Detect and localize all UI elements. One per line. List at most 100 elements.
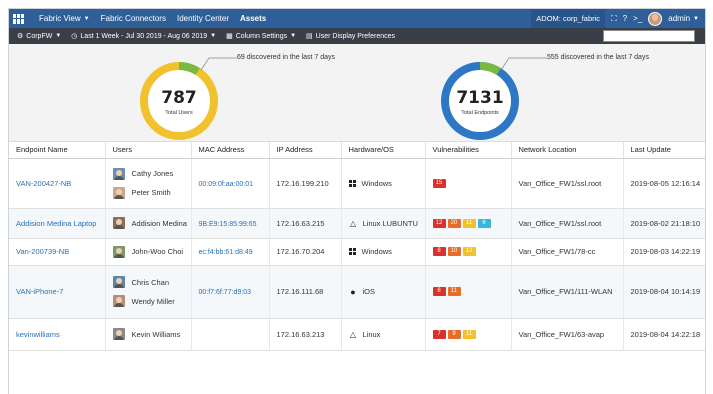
display-icon: ▤ (306, 33, 313, 40)
table-row[interactable]: VAN-iPhone-7 Chris Chan Wendy Miller 00:f7:… (9, 265, 705, 319)
vulnerability-badge[interactable]: 20 (447, 218, 461, 228)
avatar[interactable] (648, 11, 663, 26)
vulnerability-badge[interactable]: 9 (447, 329, 461, 339)
table-body: VAN-200427-NB Cathy Jones Peter Smith 00:09… (9, 158, 705, 351)
user-display-preferences-button[interactable]: ▤ User Display Preferences (306, 32, 395, 41)
vulnerability-badge[interactable]: 11 (462, 218, 476, 228)
assets-window: Fabric View ▼ Fabric Connectors Identity … (8, 8, 706, 394)
endpoint-name-cell: Addision Medina Laptop (9, 208, 106, 239)
column-header-last-update[interactable]: Last Update (623, 142, 705, 159)
user-entry[interactable]: Chris Chan (112, 273, 191, 292)
user-entry[interactable]: Kevin Williams (112, 325, 191, 344)
endpoint-link[interactable]: VAN-iPhone-7 (16, 287, 63, 296)
network-location-cell: Van_Office_FW1/ssl.root (511, 208, 624, 239)
user-entry[interactable]: Peter Smith (112, 183, 191, 202)
nav-fabric-connectors[interactable]: Fabric Connectors (101, 14, 166, 23)
table-row[interactable]: Addision Medina Laptop Addision Medina 9B:… (9, 208, 705, 239)
time-range-selector[interactable]: ◷ Last 1 Week - Jul 30 2019 - Aug 06 201… (71, 32, 217, 41)
vulnerability-badge[interactable]: 11 (447, 287, 461, 296)
vulnerability-badge[interactable]: 7 (432, 329, 446, 339)
vulnerability-badge[interactable]: 12 (462, 247, 476, 256)
hardware-os-cell: △ Linux LUBUNTU (341, 208, 426, 239)
mac-address-link[interactable]: 00:09:0f:aa:00:01 (199, 181, 254, 188)
mac-address-cell: 00:09:0f:aa:00:01 (191, 158, 270, 209)
device-selector[interactable]: ⚙ CorpFW ▼ (17, 32, 61, 41)
os-name: Windows (361, 178, 392, 188)
adom-selector[interactable]: ADOM: corp_fabric (531, 9, 606, 28)
os-name: Linux (362, 329, 381, 339)
chevron-down-icon: ▼ (290, 33, 297, 39)
user-menu[interactable]: admin ▼ (668, 14, 699, 23)
chevron-down-icon: ▼ (210, 33, 217, 39)
network-location-cell: Van_Office_FW1/111-WLAN (511, 265, 624, 319)
total-users-label: Total Users (165, 110, 193, 116)
table-row[interactable]: VAN-200427-NB Cathy Jones Peter Smith 00:09… (9, 158, 705, 209)
column-settings-button[interactable]: ▦ Column Settings ▼ (226, 32, 297, 41)
user-entry[interactable]: Wendy Miller (112, 292, 191, 311)
table-header-row: Endpoint Name Users MAC Address IP Addre… (9, 142, 705, 159)
total-users-count: 787 (161, 88, 197, 108)
table-row[interactable]: Van-200739-NB John-Woo Choi ec:f4:bb:61:d8… (9, 238, 705, 266)
avatar (112, 217, 125, 229)
users-cell: Kevin Williams (105, 318, 192, 351)
endpoints-discovered: 555 discovered in the last 7 days (547, 54, 649, 61)
apple-icon: ● (350, 286, 356, 297)
endpoint-link[interactable]: Addision Medina Laptop (16, 219, 96, 228)
user-name: John-Woo Choi (131, 247, 184, 256)
user-entry[interactable]: Addision Medina (112, 214, 191, 233)
top-nav: Fabric View ▼ Fabric Connectors Identity … (9, 9, 705, 28)
nav-fabric-view[interactable]: Fabric View ▼ (39, 14, 90, 23)
vulnerability-badge[interactable]: 8 (432, 247, 446, 256)
endpoint-name-cell: VAN-200427-NB (9, 158, 106, 209)
endpoint-link[interactable]: VAN-200427-NB (16, 179, 71, 188)
mac-address-link[interactable]: ec:f4:bb:61:d8:49 (199, 249, 253, 256)
vulnerability-badge[interactable]: 10 (447, 247, 461, 256)
vulnerability-badge[interactable]: 6 (477, 218, 491, 228)
nav-assets[interactable]: Assets (240, 14, 266, 23)
chevron-down-icon: ▼ (83, 15, 90, 22)
avatar (112, 295, 125, 307)
column-header-mac-address[interactable]: MAC Address (191, 142, 270, 159)
fullscreen-icon[interactable]: ⛶ (611, 14, 617, 24)
column-header-ip-address[interactable]: IP Address (269, 142, 342, 159)
user-name: Addision Medina (131, 218, 187, 228)
terminal-icon[interactable]: >_ (633, 14, 642, 23)
column-header-hardware-os[interactable]: Hardware/OS (341, 142, 426, 159)
column-header-users[interactable]: Users (105, 142, 192, 159)
search-input[interactable] (603, 30, 695, 42)
total-endpoints-count: 7131 (456, 88, 504, 108)
vulnerability-badge[interactable]: 8 (432, 287, 446, 296)
vulnerability-badge[interactable]: 15 (432, 178, 446, 188)
column-header-network-location[interactable]: Network Location (511, 142, 624, 159)
help-icon[interactable]: ? (623, 14, 627, 23)
column-header-vulnerabilities[interactable]: Vulnerabilities (425, 142, 512, 159)
vulnerability-badge[interactable]: 12 (432, 218, 446, 228)
mac-address-cell (191, 318, 270, 351)
clock-icon: ◷ (71, 33, 78, 40)
mac-address-link[interactable]: 00:f7:6f:77:d9:03 (199, 289, 252, 296)
os-name: Windows (361, 247, 392, 256)
avatar (112, 245, 125, 258)
avatar (112, 276, 125, 288)
apps-grid-icon[interactable] (13, 13, 25, 24)
nav-identity-center[interactable]: Identity Center (177, 14, 229, 23)
vulnerabilities-cell: 8 11 (425, 265, 512, 319)
user-entry[interactable]: Cathy Jones (112, 164, 191, 183)
endpoint-name-cell: Van-200739-NB (9, 238, 106, 266)
hardware-os-cell: ● iOS (341, 265, 426, 319)
column-header-endpoint-name[interactable]: Endpoint Name (9, 142, 106, 159)
os-name: iOS (362, 287, 376, 296)
users-cell: John-Woo Choi (105, 238, 192, 266)
endpoint-name-cell: VAN-iPhone-7 (9, 265, 106, 319)
endpoint-link[interactable]: Van-200739-NB (16, 247, 69, 256)
user-entry[interactable]: John-Woo Choi (112, 242, 191, 261)
endpoint-link[interactable]: kevinwilliams (16, 330, 60, 339)
network-location-cell: Van_Office_FW1/ssl.root (511, 158, 624, 209)
vulnerability-badge[interactable]: 11 (462, 329, 476, 339)
mac-address-link[interactable]: 9B:E9:15:85:99:65 (199, 221, 257, 228)
users-discovered: 69 discovered in the last 7 days (237, 54, 336, 61)
network-location-cell: Van_Office_FW1/78-cc (511, 238, 624, 266)
linux-icon: △ (349, 218, 357, 228)
table-row[interactable]: kevinwilliams Kevin Williams 172.16.63.213… (9, 318, 705, 351)
user-name: Cathy Jones (131, 169, 174, 178)
